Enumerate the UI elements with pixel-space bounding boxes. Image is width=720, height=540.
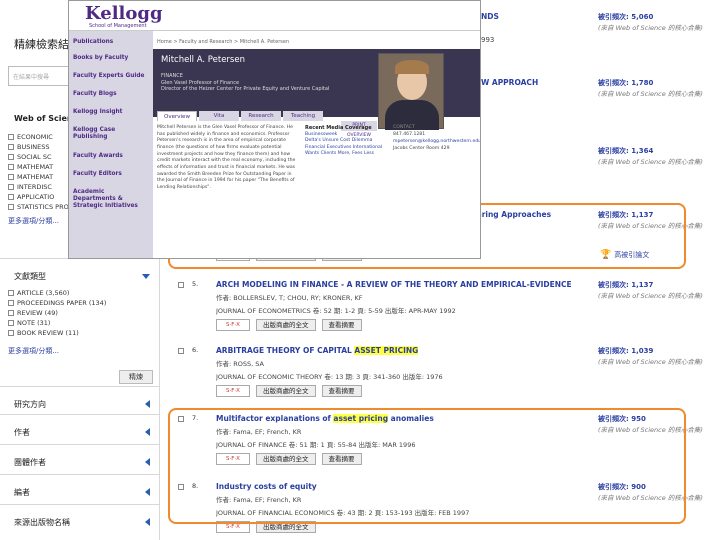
nav-item-editors[interactable]: Faculty Editors (73, 171, 149, 178)
faculty-name: Mitchell A. Petersen (161, 55, 245, 65)
checkbox[interactable] (8, 204, 14, 210)
result-source: JOURNAL OF ECONOMIC THEORY 卷: 13 期: 3 頁:… (216, 373, 443, 381)
faculty-photo (378, 53, 444, 130)
annotation-highlight-box (168, 408, 686, 524)
sfx-link-button[interactable]: S·F·X (216, 385, 250, 397)
expand-arrow-icon[interactable] (145, 458, 150, 466)
checkbox[interactable] (8, 300, 14, 306)
phone-number: 847.467.1281 (393, 131, 426, 137)
faculty-bio: Mitchell Petersen is the Glen Vasel Prof… (157, 125, 296, 190)
kellogg-header: Kellogg School of Management (69, 1, 480, 31)
doc-type-item[interactable]: PROCEEDINGS PAPER (134) (8, 298, 158, 308)
kellogg-logo-subtitle: School of Management (89, 23, 147, 29)
checkbox[interactable] (8, 154, 14, 160)
full-text-button[interactable]: 出版商處的全文 (256, 385, 316, 397)
faculty-titles: FINANCE Glen Vasel Professor of Finance … (161, 73, 330, 92)
result-source-fragment: 993 (481, 36, 495, 44)
expand-arrow-icon[interactable] (145, 488, 150, 496)
more-options-link[interactable]: 更多選項/分類... (8, 346, 158, 356)
tab-overview[interactable]: Overview (157, 111, 197, 121)
kellogg-faculty-page-overlay: Kellogg School of Management Publication… (68, 0, 481, 259)
checkbox[interactable] (8, 330, 14, 336)
doc-type-item[interactable]: NOTE (31) (8, 318, 158, 328)
result-number: 5. (192, 280, 199, 288)
nav-item-case-publishing[interactable]: Kellogg Case Publishing (73, 127, 149, 141)
doc-type-item[interactable]: BOOK REVIEW (11) (8, 328, 158, 338)
checkbox[interactable] (8, 174, 14, 180)
view-abstract-button[interactable]: 查看摘要 (321, 385, 362, 397)
checkbox[interactable] (8, 290, 14, 296)
refine-results-title: 精練檢索結 (14, 38, 69, 51)
checkbox[interactable] (8, 134, 14, 140)
checkbox[interactable] (8, 320, 14, 326)
kellogg-logo[interactable]: Kellogg (85, 3, 163, 24)
kellogg-nav: Publications Books by Faculty Faculty Ex… (69, 31, 153, 258)
citation-count: 被引頻次: 1,364 (來自 Web of Science 的核心合集) (598, 147, 703, 166)
checkbox[interactable] (8, 144, 14, 150)
checkbox[interactable] (8, 164, 14, 170)
kellogg-main: Home > Faculty and Research > Mitchell A… (153, 31, 481, 258)
nav-item-publications[interactable]: Publications (73, 39, 149, 46)
sfx-link-button[interactable]: S·F·X (216, 319, 250, 331)
nav-item-departments[interactable]: Academic Departments & Strategic Initiat… (73, 189, 149, 210)
citation-count: 被引頻次: 1,780 (來自 Web of Science 的核心合集) (598, 79, 703, 98)
tab-research[interactable]: Research (241, 111, 281, 121)
nav-item-insight[interactable]: Kellogg Insight (73, 109, 149, 116)
search-placeholder: 在結果中搜尋 (13, 74, 50, 81)
filter-section-source-title: 來源出版物名稱 (0, 504, 160, 539)
profile-tabs: Overview Vita Research Teaching (157, 111, 323, 121)
citation-count: 被引頻次: 5,060 (來自 Web of Science 的核心合集) (598, 13, 703, 32)
result-title[interactable]: ARBITRAGE THEORY OF CAPITAL ASSET PRICIN… (216, 346, 596, 355)
tab-vita[interactable]: Vita (199, 111, 239, 121)
result-number: 6. (192, 346, 199, 354)
section-header[interactable]: 來源出版物名稱 (0, 505, 160, 539)
breadcrumb[interactable]: Home > Faculty and Research > Mitchell A… (157, 39, 289, 45)
result-authors: 作者: BOLLERSLEV, T; CHOU, RY; KRONER, KF (216, 294, 363, 302)
expand-arrow-icon[interactable] (145, 518, 150, 526)
result-title[interactable]: ARCH MODELING IN FINANCE - A REVIEW OF T… (216, 280, 596, 289)
result-source: JOURNAL OF ECONOMETRICS 卷: 52 期: 1-2 頁: … (216, 307, 456, 315)
doc-type-list: ARTICLE (3,560) PROCEEDINGS PAPER (134) … (8, 288, 158, 356)
full-text-button[interactable]: 出版商處的全文 (256, 319, 316, 331)
checkbox[interactable] (8, 310, 14, 316)
doc-type-item[interactable]: REVIEW (49) (8, 308, 158, 318)
doc-type-item[interactable]: ARTICLE (3,560) (8, 288, 158, 298)
collapse-arrow-icon[interactable] (142, 273, 150, 279)
profile-banner: Mitchell A. Petersen FINANCE Glen Vasel … (153, 49, 480, 138)
nav-item-blogs[interactable]: Faculty Blogs (73, 91, 149, 98)
result-title-fragment[interactable]: W APPROACH (481, 78, 538, 87)
checkbox[interactable] (8, 184, 14, 190)
result-checkbox[interactable] (178, 282, 184, 288)
refine-button[interactable]: 精煉 (119, 370, 153, 384)
contact-info: CONTACT 847.467.1281 mpetersen@kellogg.n… (393, 125, 481, 151)
expand-arrow-icon[interactable] (145, 400, 150, 408)
email-link[interactable]: mpetersen@kellogg.northwestern.edu (393, 139, 480, 146)
result-checkbox[interactable] (178, 348, 184, 354)
nav-item-awards[interactable]: Faculty Awards (73, 153, 149, 160)
result-authors: 作者: ROSS, SA (216, 360, 264, 368)
tab-teaching[interactable]: Teaching (283, 111, 323, 121)
office-location: Jacobs Center Room 429 (393, 145, 450, 151)
result-title-fragment[interactable]: NDS (481, 12, 499, 21)
citation-count: 被引頻次: 1,039 (來自 Web of Science 的核心合集) (598, 347, 703, 366)
citation-count: 被引頻次: 1,137 (來自 Web of Science 的核心合集) (598, 281, 703, 300)
expand-arrow-icon[interactable] (145, 428, 150, 436)
search-term-highlight: ASSET PRICING (354, 346, 419, 355)
nav-item-books[interactable]: Books by Faculty (73, 55, 149, 62)
media-coverage: Recent Media Coverage Businessweek Delta… (305, 125, 383, 157)
checkbox[interactable] (8, 194, 14, 200)
nav-item-experts[interactable]: Faculty Experts Guide (73, 73, 149, 80)
view-abstract-button[interactable]: 查看摘要 (321, 319, 362, 331)
